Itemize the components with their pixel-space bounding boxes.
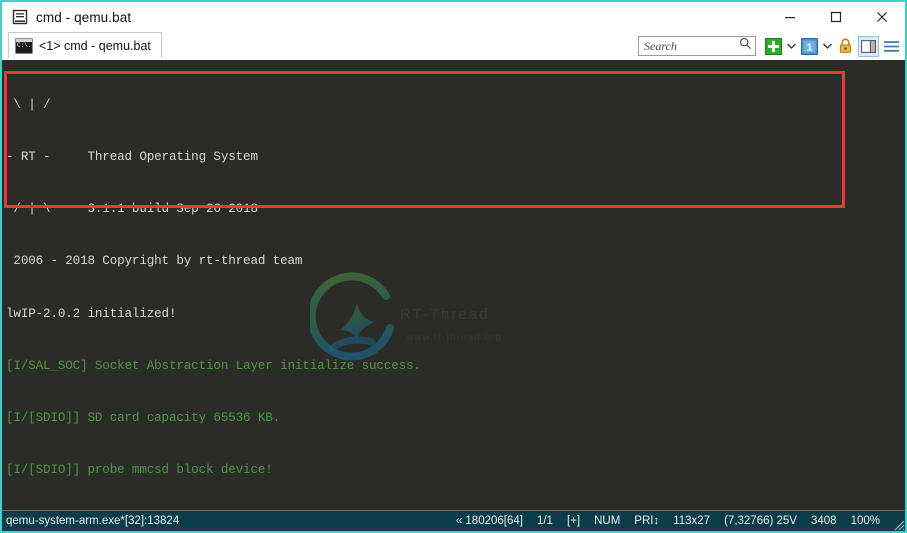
cmd-icon: C:\. <box>15 38 33 54</box>
tab-number-chevron-down-icon[interactable] <box>822 37 833 56</box>
search-input[interactable] <box>644 39 739 54</box>
status-priority[interactable]: PRI↕ <box>627 515 666 527</box>
new-tab-button[interactable] <box>764 37 783 56</box>
cmd-icon-label: C:\. <box>17 42 31 50</box>
window-title: cmd - qemu.bat <box>36 10 131 25</box>
status-lines: 3408 <box>804 515 844 527</box>
status-zoom[interactable]: 100% <box>844 515 887 527</box>
resize-grip-icon[interactable] <box>889 511 905 531</box>
minimize-button[interactable] <box>767 2 813 32</box>
status-size: 113x27 <box>666 515 717 527</box>
tab-bar: C:\. <1> cmd - qemu.bat <box>2 32 905 60</box>
status-cursor: (7,32766) 25V <box>717 515 804 527</box>
new-tab-chevron-down-icon[interactable] <box>786 37 797 56</box>
title-bar: cmd - qemu.bat <box>2 2 905 32</box>
status-process: qemu-system-arm.exe*[32]:13824 <box>2 515 179 527</box>
terminal-window: cmd - qemu.bat C:\. <1> cmd - qemu.bat <box>0 0 907 533</box>
svg-text:1: 1 <box>807 42 813 53</box>
toolbar: 1 <box>638 33 901 59</box>
panel-layout-toggle[interactable] <box>858 36 879 57</box>
close-button[interactable] <box>859 2 905 32</box>
status-build: « 180206[64] <box>449 515 530 527</box>
search-icon[interactable] <box>739 37 752 55</box>
banner-line: \ | / <box>6 97 799 114</box>
banner-line: - RT - Thread Operating System <box>6 149 799 166</box>
status-bar: qemu-system-arm.exe*[32]:13824 « 180206[… <box>2 510 905 531</box>
status-num-lock: NUM <box>587 515 627 527</box>
hamburger-menu-icon[interactable] <box>882 37 901 56</box>
banner-line: [I/[SDIO]] probe mmcsd block device! <box>6 462 799 479</box>
console-app-icon <box>12 9 28 25</box>
tab-number-button[interactable]: 1 <box>800 37 819 56</box>
window-controls <box>767 2 905 32</box>
tab-label: <1> cmd - qemu.bat <box>39 39 151 53</box>
terminal-text: \ | / - RT - Thread Operating System / |… <box>2 60 799 510</box>
status-plus[interactable]: [+] <box>560 515 587 527</box>
padlock-icon[interactable] <box>836 37 855 56</box>
banner-line: lwIP-2.0.2 initialized! <box>6 306 799 323</box>
search-box[interactable] <box>638 36 756 56</box>
banner-line: / | \ 3.1.1 build Sep 26 2018 <box>6 201 799 218</box>
tab-cmd-qemu[interactable]: C:\. <1> cmd - qemu.bat <box>8 32 162 58</box>
status-pages: 1/1 <box>530 515 560 527</box>
banner-line: [I/SAL_SOC] Socket Abstraction Layer ini… <box>6 358 799 375</box>
status-right-group: « 180206[64] 1/1 [+] NUM PRI↕ 113x27 (7,… <box>449 511 905 531</box>
banner-line: [I/[SDIO]] SD card capacity 65536 KB. <box>6 410 799 427</box>
banner-line: 2006 - 2018 Copyright by rt-thread team <box>6 253 799 270</box>
maximize-button[interactable] <box>813 2 859 32</box>
terminal-output[interactable]: RT-Thread www.rt-thread.org \ | / - RT -… <box>2 60 905 510</box>
